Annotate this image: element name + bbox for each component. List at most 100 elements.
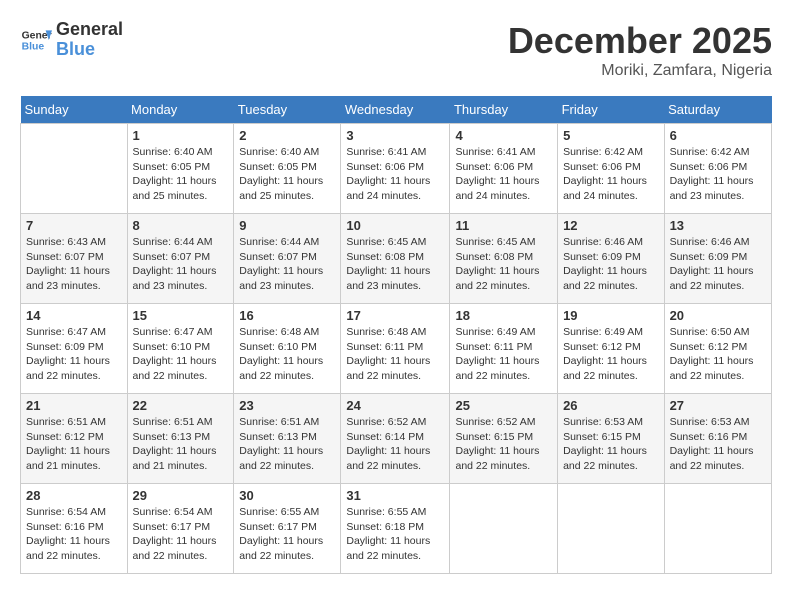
- logo-icon: General Blue: [20, 24, 52, 56]
- day-number: 9: [239, 218, 335, 233]
- day-number: 5: [563, 128, 659, 143]
- day-number: 3: [346, 128, 444, 143]
- calendar-cell: 18 Sunrise: 6:49 AMSunset: 6:11 PMDayligh…: [450, 304, 558, 394]
- calendar-cell: 29Sunrise: 6:54 AMSunset: 6:17 PMDayligh…: [127, 484, 234, 574]
- day-info: Sunrise: 6:48 AMSunset: 6:10 PMDaylight:…: [239, 325, 335, 384]
- calendar-cell: [21, 124, 128, 214]
- day-info: Sunrise: 6:49 AMSunset: 6:11 PMDaylight:…: [455, 325, 552, 384]
- day-number: 16: [239, 308, 335, 323]
- day-number: 28: [26, 488, 122, 503]
- calendar-cell: 8Sunrise: 6:44 AMSunset: 6:07 PMDaylight…: [127, 214, 234, 304]
- logo-text: General Blue: [56, 20, 123, 60]
- calendar-header-monday: Monday: [127, 96, 234, 124]
- calendar-cell: 30 Sunrise: 6:55 AMSunset: 6:17 PMDayligh…: [234, 484, 341, 574]
- calendar-header-tuesday: Tuesday: [234, 96, 341, 124]
- calendar-cell: 15 Sunrise: 6:47 AMSunset: 6:10 PMDayligh…: [127, 304, 234, 394]
- day-info: Sunrise: 6:51 AMSunset: 6:13 PMDaylight:…: [133, 415, 229, 474]
- day-number: 7: [26, 218, 122, 233]
- logo: General Blue General Blue: [20, 20, 123, 60]
- day-number: 31: [346, 488, 444, 503]
- day-info: Sunrise: 6:41 AMSunset: 6:06 PMDaylight:…: [455, 145, 552, 204]
- day-number: 2: [239, 128, 335, 143]
- day-info: Sunrise: 6:55 AMSunset: 6:18 PMDaylight:…: [346, 505, 444, 564]
- day-number: 21: [26, 398, 122, 413]
- calendar-cell: 4 Sunrise: 6:41 AMSunset: 6:06 PMDaylight…: [450, 124, 558, 214]
- calendar-cell: 31 Sunrise: 6:55 AMSunset: 6:18 PMDayligh…: [341, 484, 450, 574]
- calendar-cell: 19Sunrise: 6:49 AMSunset: 6:12 PMDayligh…: [558, 304, 665, 394]
- day-number: 24: [346, 398, 444, 413]
- calendar-cell: 13Sunrise: 6:46 AMSunset: 6:09 PMDayligh…: [664, 214, 771, 304]
- day-number: 10: [346, 218, 444, 233]
- calendar-header-friday: Friday: [558, 96, 665, 124]
- day-info: Sunrise: 6:54 AMSunset: 6:16 PMDaylight:…: [26, 505, 122, 564]
- calendar-cell: 26Sunrise: 6:53 AMSunset: 6:15 PMDayligh…: [558, 394, 665, 484]
- day-number: 30: [239, 488, 335, 503]
- day-number: 25: [455, 398, 552, 413]
- calendar-cell: 28 Sunrise: 6:54 AMSunset: 6:16 PMDayligh…: [21, 484, 128, 574]
- location: Moriki, Zamfara, Nigeria: [508, 62, 772, 80]
- day-number: 18: [455, 308, 552, 323]
- calendar-cell: 14Sunrise: 6:47 AMSunset: 6:09 PMDayligh…: [21, 304, 128, 394]
- day-info: Sunrise: 6:53 AMSunset: 6:16 PMDaylight:…: [670, 415, 766, 474]
- day-info: Sunrise: 6:51 AMSunset: 6:12 PMDaylight:…: [26, 415, 122, 474]
- day-info: Sunrise: 6:44 AMSunset: 6:07 PMDaylight:…: [239, 235, 335, 294]
- calendar-cell: 27 Sunrise: 6:53 AMSunset: 6:16 PMDayligh…: [664, 394, 771, 484]
- day-info: Sunrise: 6:42 AMSunset: 6:06 PMDaylight:…: [670, 145, 766, 204]
- calendar-cell: 10Sunrise: 6:45 AMSunset: 6:08 PMDayligh…: [341, 214, 450, 304]
- day-number: 8: [133, 218, 229, 233]
- day-number: 12: [563, 218, 659, 233]
- calendar-cell: 5 Sunrise: 6:42 AMSunset: 6:06 PMDaylight…: [558, 124, 665, 214]
- day-number: 11: [455, 218, 552, 233]
- day-info: Sunrise: 6:51 AMSunset: 6:13 PMDaylight:…: [239, 415, 335, 474]
- calendar-cell: 23 Sunrise: 6:51 AMSunset: 6:13 PMDayligh…: [234, 394, 341, 484]
- calendar-cell: 25Sunrise: 6:52 AMSunset: 6:15 PMDayligh…: [450, 394, 558, 484]
- week-row-4: 21 Sunrise: 6:51 AMSunset: 6:12 PMDayligh…: [21, 394, 772, 484]
- day-number: 29: [133, 488, 229, 503]
- calendar-cell: 17Sunrise: 6:48 AMSunset: 6:11 PMDayligh…: [341, 304, 450, 394]
- calendar-cell: 16 Sunrise: 6:48 AMSunset: 6:10 PMDayligh…: [234, 304, 341, 394]
- calendar-cell: 9 Sunrise: 6:44 AMSunset: 6:07 PMDaylight…: [234, 214, 341, 304]
- day-info: Sunrise: 6:42 AMSunset: 6:06 PMDaylight:…: [563, 145, 659, 204]
- day-info: Sunrise: 6:40 AMSunset: 6:05 PMDaylight:…: [239, 145, 335, 204]
- calendar-cell: 20 Sunrise: 6:50 AMSunset: 6:12 PMDayligh…: [664, 304, 771, 394]
- calendar-cell: 1 Sunrise: 6:40 AMSunset: 6:05 PMDaylight…: [127, 124, 234, 214]
- week-row-2: 7 Sunrise: 6:43 AMSunset: 6:07 PMDaylight…: [21, 214, 772, 304]
- day-number: 26: [563, 398, 659, 413]
- calendar-table: SundayMondayTuesdayWednesdayThursdayFrid…: [20, 96, 772, 574]
- calendar-header-wednesday: Wednesday: [341, 96, 450, 124]
- calendar-cell: 12 Sunrise: 6:46 AMSunset: 6:09 PMDayligh…: [558, 214, 665, 304]
- day-number: 1: [133, 128, 229, 143]
- calendar-header-saturday: Saturday: [664, 96, 771, 124]
- day-info: Sunrise: 6:43 AMSunset: 6:07 PMDaylight:…: [26, 235, 122, 294]
- day-number: 23: [239, 398, 335, 413]
- day-number: 14: [26, 308, 122, 323]
- calendar-cell: 3 Sunrise: 6:41 AMSunset: 6:06 PMDaylight…: [341, 124, 450, 214]
- calendar-cell: [664, 484, 771, 574]
- calendar-cell: [558, 484, 665, 574]
- calendar-cell: 24 Sunrise: 6:52 AMSunset: 6:14 PMDayligh…: [341, 394, 450, 484]
- day-info: Sunrise: 6:55 AMSunset: 6:17 PMDaylight:…: [239, 505, 335, 564]
- calendar-header-sunday: Sunday: [21, 96, 128, 124]
- day-info: Sunrise: 6:47 AMSunset: 6:10 PMDaylight:…: [133, 325, 229, 384]
- day-info: Sunrise: 6:45 AMSunset: 6:08 PMDaylight:…: [455, 235, 552, 294]
- day-number: 6: [670, 128, 766, 143]
- day-number: 27: [670, 398, 766, 413]
- day-info: Sunrise: 6:46 AMSunset: 6:09 PMDaylight:…: [670, 235, 766, 294]
- month-year: December 2025: [508, 20, 772, 62]
- calendar-cell: [450, 484, 558, 574]
- day-info: Sunrise: 6:50 AMSunset: 6:12 PMDaylight:…: [670, 325, 766, 384]
- calendar-cell: 22Sunrise: 6:51 AMSunset: 6:13 PMDayligh…: [127, 394, 234, 484]
- day-info: Sunrise: 6:41 AMSunset: 6:06 PMDaylight:…: [346, 145, 444, 204]
- day-number: 20: [670, 308, 766, 323]
- week-row-1: 1 Sunrise: 6:40 AMSunset: 6:05 PMDaylight…: [21, 124, 772, 214]
- day-number: 19: [563, 308, 659, 323]
- day-info: Sunrise: 6:46 AMSunset: 6:09 PMDaylight:…: [563, 235, 659, 294]
- day-number: 17: [346, 308, 444, 323]
- day-info: Sunrise: 6:40 AMSunset: 6:05 PMDaylight:…: [133, 145, 229, 204]
- calendar-header-row: SundayMondayTuesdayWednesdayThursdayFrid…: [21, 96, 772, 124]
- calendar-cell: 11 Sunrise: 6:45 AMSunset: 6:08 PMDayligh…: [450, 214, 558, 304]
- day-number: 4: [455, 128, 552, 143]
- calendar-cell: 6 Sunrise: 6:42 AMSunset: 6:06 PMDaylight…: [664, 124, 771, 214]
- day-info: Sunrise: 6:52 AMSunset: 6:14 PMDaylight:…: [346, 415, 444, 474]
- day-number: 15: [133, 308, 229, 323]
